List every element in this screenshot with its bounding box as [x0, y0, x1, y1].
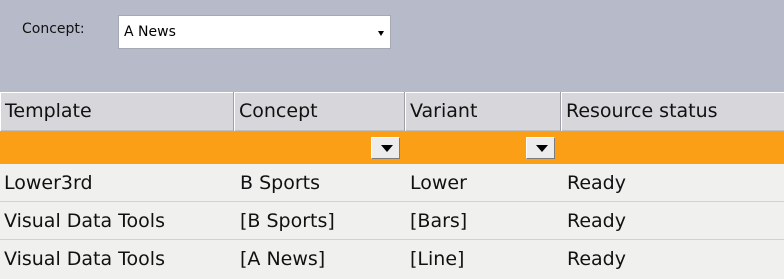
resource-status-cell: Ready: [567, 210, 626, 232]
concept-select-value: A News: [124, 24, 176, 40]
variant-cell: Lower: [410, 172, 467, 194]
template-cell: Lower3rd: [4, 172, 93, 194]
column-header-concept[interactable]: Concept: [234, 92, 405, 131]
variant-cell: [Bars]: [410, 210, 468, 232]
column-header-resource-status[interactable]: Resource status: [561, 92, 784, 131]
concept-filter-cell[interactable]: [234, 131, 405, 164]
resource-status-cell: Ready: [567, 248, 626, 270]
concept-cell: [A News]: [240, 248, 326, 270]
concept-label: Concept:: [22, 21, 85, 37]
concept-select[interactable]: A News: [118, 15, 391, 49]
chevron-down-icon: [378, 31, 384, 36]
template-cell: Visual Data Tools: [4, 248, 165, 270]
template-filter-cell[interactable]: [0, 131, 234, 164]
template-grid: Template Concept Variant Resource status…: [0, 92, 784, 279]
resource-status-cell: Ready: [567, 172, 626, 194]
resource-status-filter-cell[interactable]: [561, 131, 784, 164]
table-row[interactable]: Visual Data Tools [A News] [Line] Ready: [0, 240, 784, 278]
template-browser: Concept: A News Template Concept Variant…: [0, 0, 784, 279]
variant-filter-dropdown-button[interactable]: [526, 137, 555, 159]
template-cell: Visual Data Tools: [4, 210, 165, 232]
column-header-template[interactable]: Template: [0, 92, 234, 131]
table-row[interactable]: Lower3rd B Sports Lower Ready: [0, 164, 784, 202]
grid-header-row: Template Concept Variant Resource status: [0, 92, 784, 131]
concept-cell: [B Sports]: [240, 210, 335, 232]
concept-filter-dropdown-button[interactable]: [371, 137, 400, 159]
table-row[interactable]: Visual Data Tools [B Sports] [Bars] Read…: [0, 202, 784, 240]
variant-filter-cell[interactable]: [405, 131, 561, 164]
chevron-down-icon: [536, 145, 548, 152]
grid-filter-row: [0, 131, 784, 164]
concept-filter-bar: Concept: A News: [0, 0, 784, 92]
variant-cell: [Line]: [410, 248, 465, 270]
chevron-down-icon: [381, 145, 393, 152]
column-header-variant[interactable]: Variant: [405, 92, 561, 131]
concept-cell: B Sports: [240, 172, 320, 194]
